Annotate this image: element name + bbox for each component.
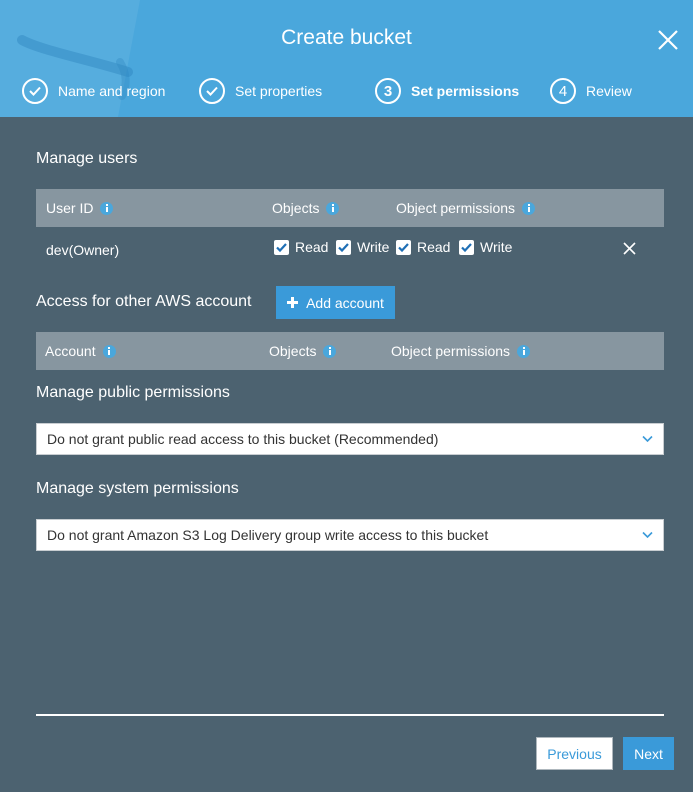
next-button[interactable]: Next xyxy=(623,737,674,770)
info-icon[interactable] xyxy=(102,344,116,358)
step-label: Set permissions xyxy=(411,83,520,99)
chevron-down-icon xyxy=(642,531,653,539)
checkbox-checked[interactable] xyxy=(336,239,351,255)
accounts-table-header: Account Objects Object permissions xyxy=(36,332,664,370)
info-icon[interactable] xyxy=(100,201,114,215)
step-label: Set properties xyxy=(235,83,323,99)
modal-header: Create bucket Name and region Set proper… xyxy=(0,0,693,117)
column-objects: Objects xyxy=(269,332,337,370)
system-permissions-title: Manage system permissions xyxy=(36,480,239,497)
column-objects: Objects xyxy=(272,189,340,227)
column-object-permissions: Object permissions xyxy=(391,332,531,370)
step-check-icon xyxy=(22,78,48,104)
modal-title: Create bucket xyxy=(281,26,412,49)
remove-icon[interactable] xyxy=(623,242,636,255)
step-set-permissions[interactable]: 3 Set permissions xyxy=(375,76,519,106)
info-icon[interactable] xyxy=(323,344,337,358)
column-account: Account xyxy=(45,332,116,370)
system-permissions-select[interactable]: Do not grant Amazon S3 Log Delivery grou… xyxy=(36,519,664,551)
plus-icon xyxy=(287,297,299,308)
close-icon[interactable] xyxy=(656,28,680,52)
checkbox-checked[interactable] xyxy=(459,239,474,255)
column-user-id: User ID xyxy=(46,189,114,227)
step-label: Review xyxy=(586,83,632,99)
public-permissions-select[interactable]: Do not grant public read access to this … xyxy=(36,423,664,455)
info-icon[interactable] xyxy=(517,344,531,358)
permissions-write-checkbox[interactable]: Write xyxy=(459,239,512,255)
step-number: 3 xyxy=(375,78,401,104)
wizard-steps: Name and region Set properties 3 Set per… xyxy=(0,76,693,106)
footer-divider xyxy=(36,714,664,716)
checkbox-checked[interactable] xyxy=(396,239,411,255)
objects-read-checkbox[interactable]: Read xyxy=(274,239,328,255)
step-review[interactable]: 4 Review xyxy=(550,76,632,106)
users-table-header: User ID Objects Object permissions xyxy=(36,189,664,227)
user-id-cell: dev(Owner) xyxy=(46,242,120,258)
objects-write-checkbox[interactable]: Write xyxy=(336,239,389,255)
step-set-properties[interactable]: Set properties xyxy=(199,76,322,106)
info-icon[interactable] xyxy=(522,201,536,215)
other-accounts-title: Access for other AWS account xyxy=(36,293,252,310)
column-object-permissions: Object permissions xyxy=(396,189,536,227)
manage-users-title: Manage users xyxy=(36,150,138,167)
step-number: 4 xyxy=(550,78,576,104)
step-label: Name and region xyxy=(58,83,166,99)
step-name-and-region[interactable]: Name and region xyxy=(22,76,165,106)
public-permissions-title: Manage public permissions xyxy=(36,384,230,401)
permissions-read-checkbox[interactable]: Read xyxy=(396,239,450,255)
step-check-icon xyxy=(199,78,225,104)
chevron-down-icon xyxy=(642,435,653,443)
previous-button[interactable]: Previous xyxy=(536,737,613,770)
info-icon[interactable] xyxy=(326,201,340,215)
add-account-button[interactable]: Add account xyxy=(276,286,395,319)
checkbox-checked[interactable] xyxy=(274,239,289,255)
